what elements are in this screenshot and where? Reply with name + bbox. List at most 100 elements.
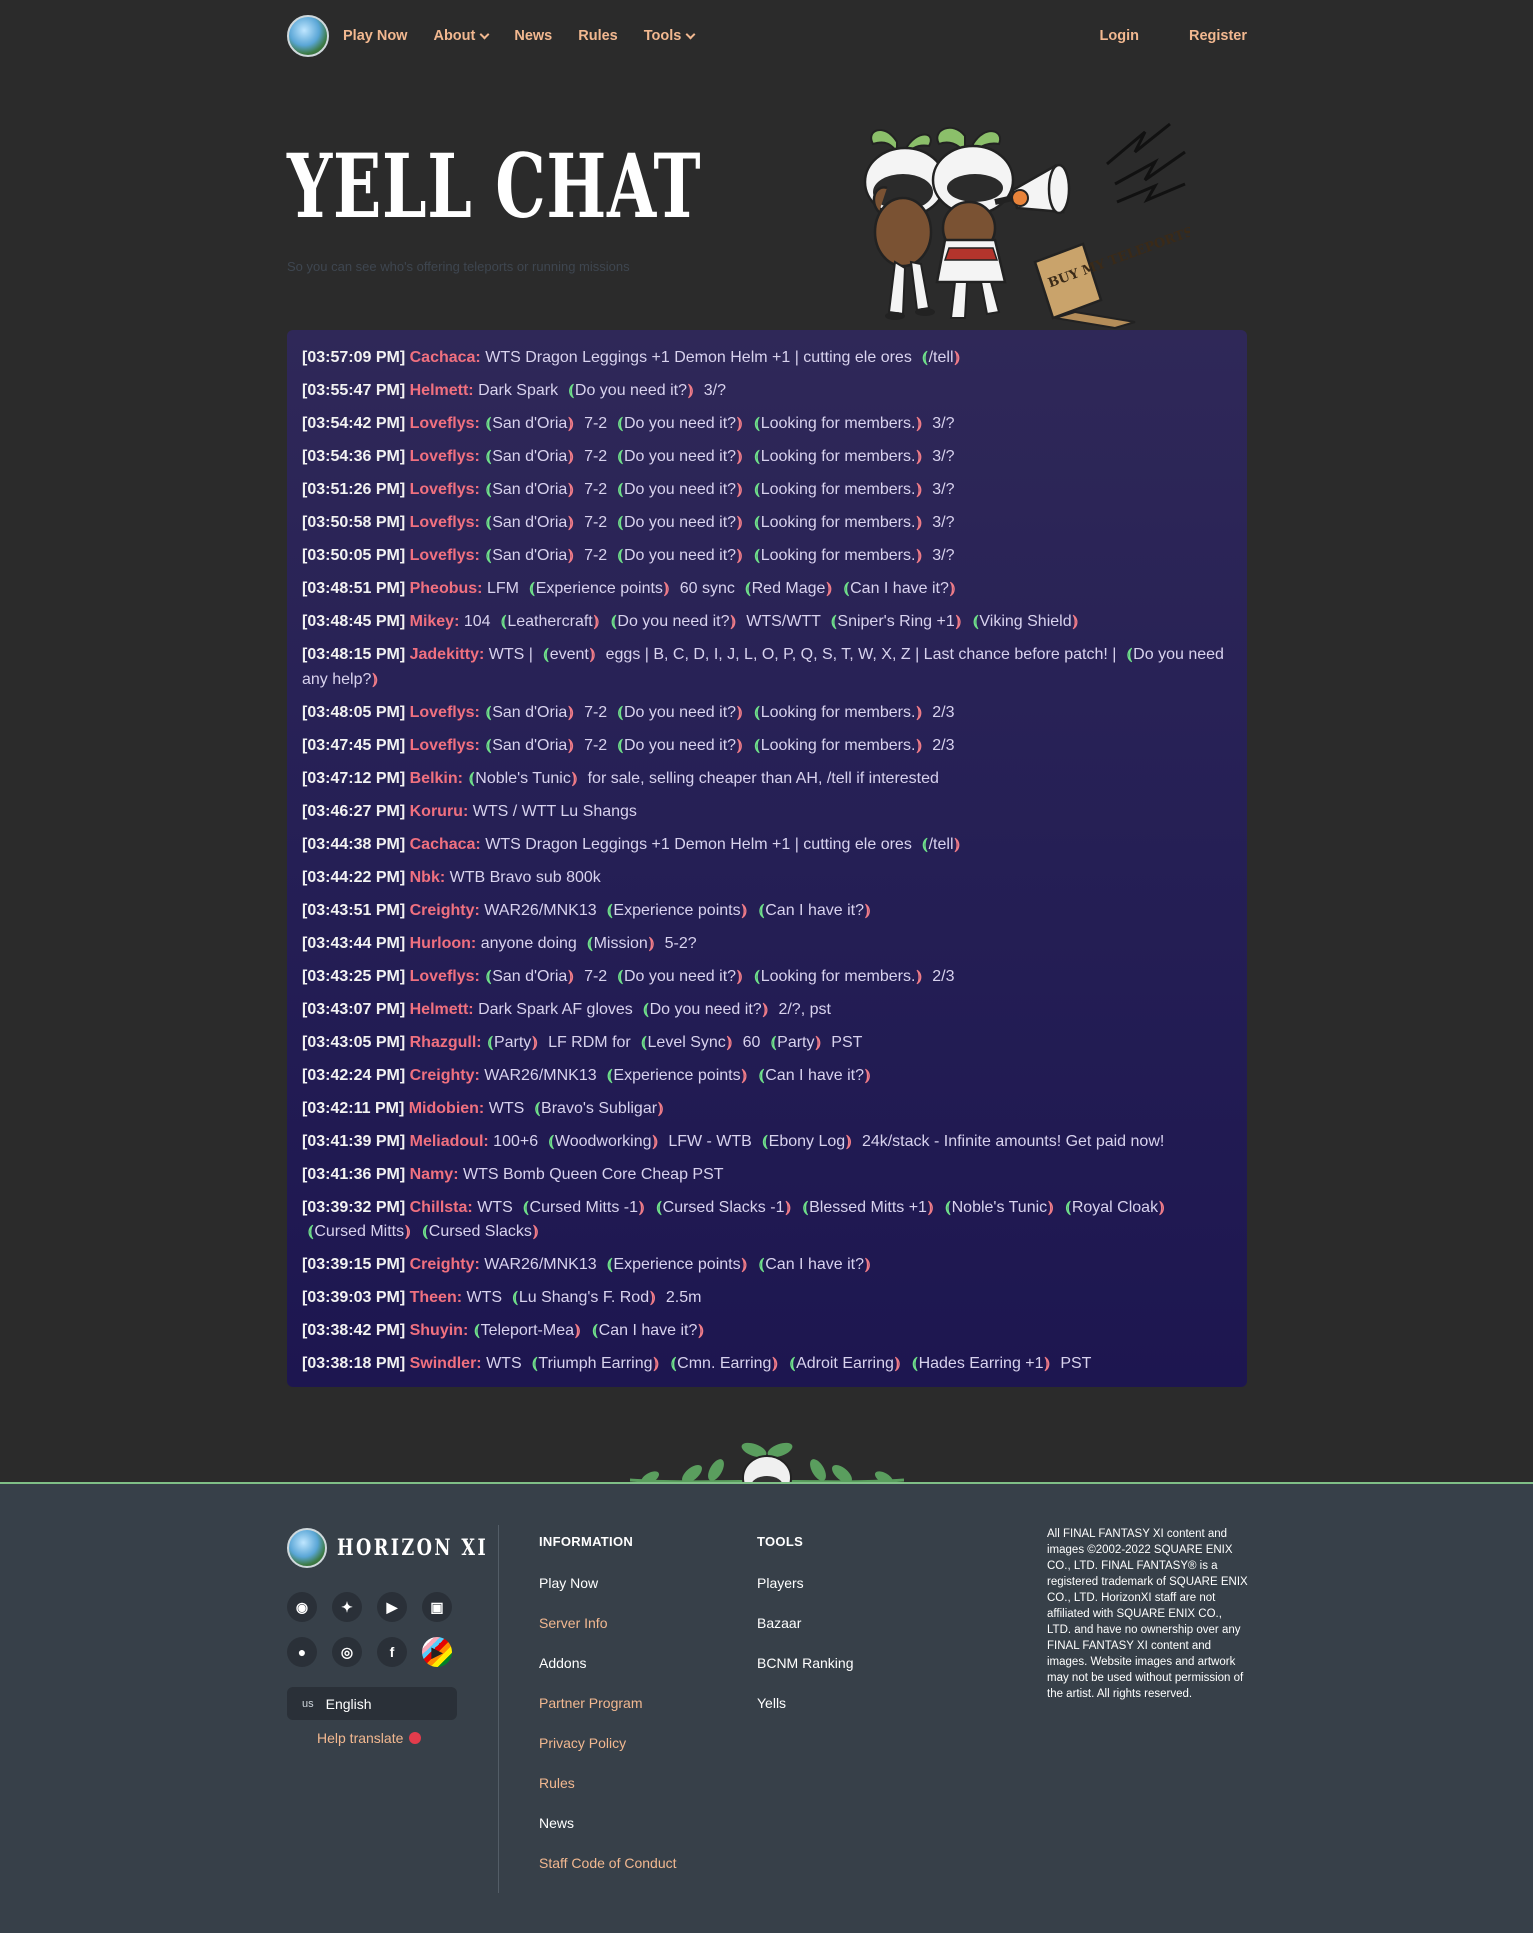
message-timestamp: [03:43:25 PM]: [302, 967, 406, 985]
youtube-icon[interactable]: ▶: [377, 1592, 407, 1622]
message-author[interactable]: Swindler:: [410, 1355, 482, 1372]
pride-flag-icon[interactable]: ▶: [422, 1637, 452, 1667]
autotranslate-open-icon: ⦅: [758, 1066, 765, 1084]
message-author[interactable]: Cachaca:: [410, 349, 481, 366]
message-author[interactable]: Jadekitty:: [410, 646, 485, 663]
footer-logo[interactable]: HORIZON XI: [287, 1528, 526, 1568]
autotranslate-close-icon: ⦆: [741, 1256, 747, 1273]
footer-link-bazaar[interactable]: Bazaar: [757, 1615, 853, 1632]
autotranslate-phrase: Experience points: [613, 1256, 741, 1273]
site-logo[interactable]: [287, 15, 329, 57]
autotranslate-phrase: Mission: [593, 934, 648, 952]
message-author[interactable]: Theen:: [410, 1289, 462, 1306]
message-timestamp: [03:50:05 PM]: [302, 547, 406, 564]
autotranslate-phrase: Leathercraft: [507, 613, 593, 630]
message-author[interactable]: Meliadoul:: [410, 1133, 489, 1150]
footer-link-rules[interactable]: Rules: [539, 1775, 677, 1792]
message-author[interactable]: Cachaca:: [410, 836, 481, 853]
message-author[interactable]: Creighty:: [410, 1067, 480, 1084]
message-author[interactable]: Loveflys:: [410, 968, 480, 985]
heart-icon: [409, 1732, 422, 1744]
footer-link-news[interactable]: News: [539, 1815, 677, 1832]
message-author[interactable]: Rhazgull:: [410, 1034, 482, 1051]
autotranslate-open-icon: ⦅: [754, 481, 760, 498]
autotranslate-close-icon: ⦆: [568, 481, 574, 498]
autotranslate-phrase: Looking for members.: [760, 448, 916, 465]
autotranslate-open-icon: ⦅: [485, 481, 492, 498]
language-code: us: [302, 1697, 314, 1710]
message-author[interactable]: Chillsta:: [410, 1199, 473, 1216]
autotranslate-close-icon: ⦆: [826, 580, 832, 597]
autotranslate-open-icon: ⦅: [617, 736, 623, 754]
autotranslate-close-icon: ⦆: [916, 967, 922, 985]
message-author[interactable]: Pheobus:: [410, 580, 483, 597]
reddit-icon[interactable]: ●: [287, 1637, 317, 1667]
footer-link-play-now[interactable]: Play Now: [539, 1575, 677, 1592]
autotranslate-close-icon: ⦆: [846, 1132, 852, 1150]
message-author[interactable]: Creighty:: [410, 1256, 480, 1273]
autotranslate-open-icon: ⦅: [607, 901, 613, 919]
footer-link-server-info[interactable]: Server Info: [539, 1615, 677, 1632]
message-author[interactable]: Loveflys:: [410, 704, 480, 721]
autotranslate-phrase: Can I have it?: [850, 580, 949, 597]
message-author[interactable]: Creighty:: [410, 902, 480, 919]
nav-link-news[interactable]: News: [514, 28, 552, 44]
autotranslate-close-icon: ⦆: [726, 1033, 733, 1051]
message-author[interactable]: Belkin:: [410, 770, 463, 787]
autotranslate-phrase: /tell: [928, 835, 954, 853]
autotranslate-open-icon: ⦅: [617, 481, 623, 498]
autotranslate-close-icon: ⦆: [589, 646, 596, 663]
message-author[interactable]: Namy:: [410, 1166, 459, 1183]
nav-link-tools[interactable]: Tools: [644, 28, 696, 44]
register-link[interactable]: Register: [1189, 28, 1247, 44]
login-link[interactable]: Login: [1100, 28, 1139, 44]
message-author[interactable]: Nbk:: [410, 869, 446, 886]
message-author[interactable]: Loveflys:: [410, 481, 480, 498]
footer-link-staff-code-of-conduct[interactable]: Staff Code of Conduct: [539, 1855, 677, 1872]
message-author[interactable]: Shuyin:: [410, 1322, 469, 1339]
tools-links: Players Bazaar BCNM Ranking Yells: [757, 1575, 853, 1712]
nav-link-about[interactable]: About: [433, 28, 490, 44]
message-author[interactable]: Mikey:: [410, 613, 460, 630]
message-author[interactable]: Koruru:: [410, 803, 469, 820]
footer-link-privacy-policy[interactable]: Privacy Policy: [539, 1735, 677, 1752]
autotranslate-open-icon: ⦅: [754, 514, 760, 531]
message-text: eggs | B, C, D, I, J, L, O, P, Q, S, T, …: [605, 646, 1117, 663]
footer-link-players[interactable]: Players: [757, 1575, 853, 1592]
autotranslate-close-icon: ⦆: [532, 1033, 538, 1051]
message-author[interactable]: Helmett:: [410, 382, 474, 399]
autotranslate-close-icon: ⦆: [593, 613, 600, 630]
footer-link-partner-program[interactable]: Partner Program: [539, 1695, 677, 1712]
discord-icon[interactable]: ◉: [287, 1592, 317, 1622]
info-column: INFORMATION Play Now Server Info Addons Par…: [539, 1534, 677, 1895]
nav-link-rules[interactable]: Rules: [578, 28, 618, 44]
message-author[interactable]: Midobien:: [409, 1100, 485, 1117]
nav-link-play-now[interactable]: Play Now: [343, 28, 407, 44]
autotranslate-phrase: San d'Oria: [492, 703, 568, 721]
autotranslate-close-icon: ⦆: [663, 580, 670, 597]
message-author[interactable]: Loveflys:: [410, 415, 480, 432]
message-author[interactable]: Helmett:: [410, 1001, 474, 1018]
help-translate-link[interactable]: Help translate: [317, 1730, 422, 1746]
autotranslate-phrase: Hades Earring +1: [918, 1355, 1044, 1372]
autotranslate-open-icon: ⦅: [754, 415, 760, 432]
footer-link-yells[interactable]: Yells: [757, 1695, 853, 1712]
message-author[interactable]: Loveflys:: [410, 514, 480, 531]
chat-message: [03:46:27 PM] Koruru: WTS / WTT Lu Shang…: [302, 800, 1232, 825]
footer-link-bcnm-ranking[interactable]: BCNM Ranking: [757, 1655, 853, 1672]
message-timestamp: [03:46:27 PM]: [302, 802, 406, 820]
autotranslate-open-icon: ⦅: [485, 514, 492, 531]
message-author[interactable]: Loveflys:: [410, 448, 480, 465]
message-author[interactable]: Loveflys:: [410, 737, 480, 754]
twitch-icon[interactable]: ▣: [422, 1592, 452, 1622]
facebook-icon[interactable]: f: [377, 1637, 407, 1667]
chat-message: [03:43:07 PM] Helmett: Dark Spark AF glo…: [302, 998, 1232, 1023]
twitter-icon[interactable]: ✦: [332, 1592, 362, 1622]
language-selector[interactable]: us English: [287, 1687, 457, 1720]
footer-link-addons[interactable]: Addons: [539, 1655, 677, 1672]
instagram-icon[interactable]: ◎: [332, 1637, 362, 1667]
message-author[interactable]: Hurloon:: [410, 935, 477, 952]
message-author[interactable]: Loveflys:: [410, 547, 480, 564]
autotranslate-open-icon: ⦅: [532, 1355, 538, 1372]
chat-message: [03:39:32 PM] Chillsta: WTS ⦅Cursed Mitt…: [302, 1196, 1232, 1245]
